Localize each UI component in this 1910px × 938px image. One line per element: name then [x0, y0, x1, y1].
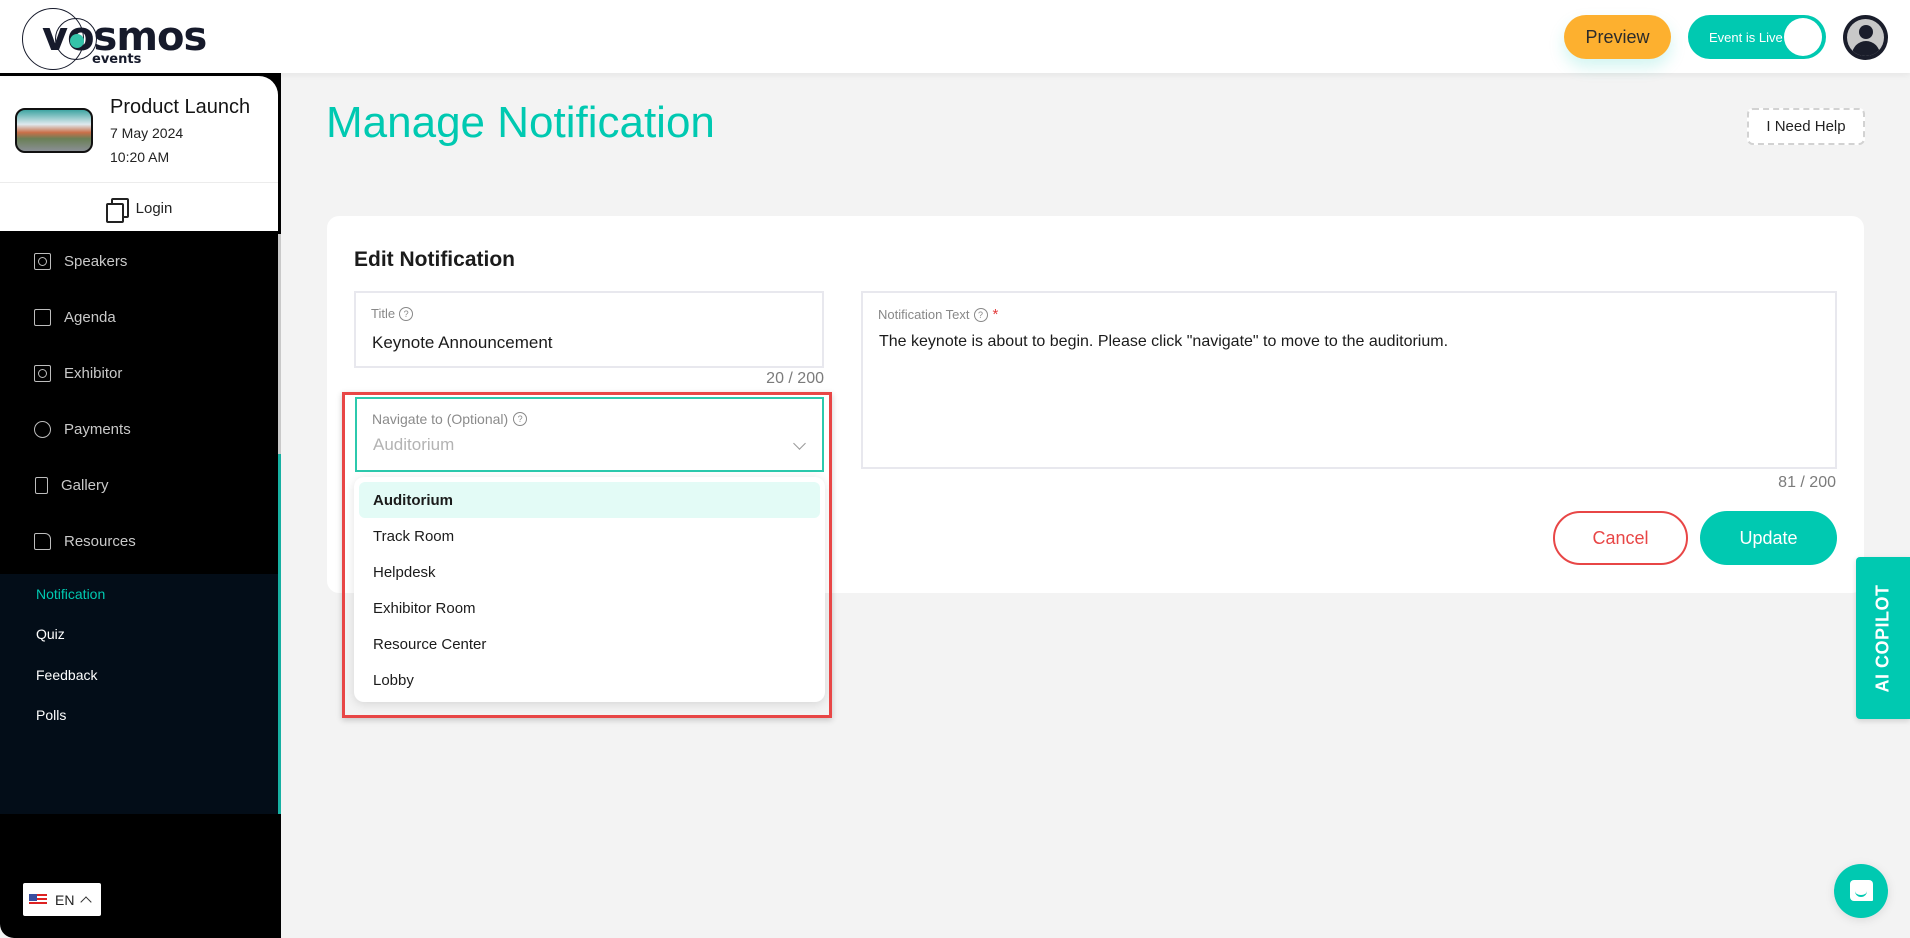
- preview-button[interactable]: Preview: [1564, 15, 1671, 59]
- event-title: Product Launch: [110, 96, 251, 118]
- notification-label-text: Notification Text: [878, 307, 970, 322]
- cancel-button[interactable]: Cancel: [1553, 511, 1688, 565]
- title-field-label: Title ?: [371, 306, 414, 321]
- navigate-to-select[interactable]: Navigate to (Optional) ? Auditorium: [355, 397, 824, 472]
- option-track-room[interactable]: Track Room: [359, 518, 820, 554]
- sidebar-item-payments[interactable]: Payments: [5, 407, 271, 451]
- chevron-up-icon: [80, 895, 93, 908]
- update-button[interactable]: Update: [1700, 511, 1837, 565]
- navigate-selected-value: Auditorium: [373, 435, 455, 454]
- chat-launcher-button[interactable]: [1834, 864, 1888, 918]
- submenu-item-polls[interactable]: Polls: [36, 707, 66, 723]
- option-resource-center[interactable]: Resource Center: [359, 626, 820, 662]
- ai-copilot-label: AI COPILOT: [1872, 584, 1893, 692]
- avatar-head: [1859, 25, 1873, 39]
- language-label: EN: [55, 891, 75, 908]
- option-lobby[interactable]: Lobby: [359, 662, 820, 698]
- user-avatar-icon[interactable]: [1843, 15, 1888, 60]
- sidebar-item-label: Resources: [64, 532, 136, 550]
- event-time: 10:20 AM: [110, 149, 170, 165]
- event-card: Product Launch 7 May 2024 10:20 AM Login: [0, 73, 281, 234]
- folder-icon: [34, 532, 51, 550]
- avatar-body: [1852, 41, 1880, 56]
- chat-icon: [1850, 880, 1873, 901]
- engagments-submenu: Notification Quiz Feedback Polls: [0, 574, 278, 814]
- submenu-item-notification[interactable]: Notification: [36, 586, 105, 602]
- help-circle-icon[interactable]: ?: [973, 307, 988, 322]
- sidebar-item-label: Gallery: [61, 476, 109, 494]
- help-button[interactable]: I Need Help: [1747, 108, 1865, 145]
- agenda-icon: [34, 308, 51, 326]
- us-flag-icon: [29, 893, 47, 906]
- option-helpdesk[interactable]: Helpdesk: [359, 554, 820, 590]
- sidebar-item-label: Agenda: [64, 308, 116, 326]
- event-live-label: Event is Live: [1709, 29, 1783, 45]
- login-button[interactable]: Login: [0, 183, 278, 234]
- notification-char-counter: 81 / 200: [1778, 474, 1836, 491]
- sidebar-item-agenda[interactable]: Agenda: [5, 295, 271, 339]
- sidebar-item-label: Payments: [64, 420, 131, 438]
- top-header: vosmos events Preview Event is Live: [0, 0, 1910, 73]
- notification-text-field[interactable]: Notification Text ? * The keynote is abo…: [861, 291, 1837, 469]
- page-title: Manage Notification: [326, 98, 715, 147]
- logo-dot: [70, 34, 84, 48]
- sidebar-item-label: Exhibitor: [64, 364, 123, 382]
- navigate-options-list: Auditorium Track Room Helpdesk Exhibitor…: [354, 477, 825, 702]
- sidebar-scrollbar-thumb[interactable]: [278, 454, 281, 814]
- sidebar: Product Launch 7 May 2024 10:20 AM Login…: [0, 73, 281, 938]
- title-char-counter: 20 / 200: [766, 370, 824, 387]
- chevron-down-icon: [793, 437, 806, 450]
- vosmos-logo[interactable]: vosmos events: [22, 8, 207, 70]
- required-mark: *: [992, 306, 999, 323]
- help-circle-icon[interactable]: ?: [513, 412, 528, 426]
- login-label: Login: [135, 200, 173, 217]
- title-field[interactable]: Title ? Keynote Announcement: [354, 291, 824, 368]
- logo-subtitle: events: [92, 52, 142, 67]
- gallery-icon: [35, 476, 48, 494]
- toggle-knob: [1784, 18, 1822, 56]
- speaker-icon: [34, 252, 51, 270]
- navigate-field-label: Navigate to (Optional) ?: [372, 411, 528, 427]
- avatar-background: [1847, 19, 1884, 56]
- title-input-value[interactable]: Keynote Announcement: [372, 333, 553, 353]
- sidebar-item-label: Speakers: [64, 252, 128, 270]
- payments-icon: [34, 420, 51, 438]
- option-auditorium[interactable]: Auditorium: [359, 482, 820, 518]
- title-label-text: Title: [371, 306, 396, 321]
- sidebar-item-resources[interactable]: Resources: [5, 519, 271, 563]
- event-live-toggle[interactable]: Event is Live: [1688, 15, 1826, 59]
- sidebar-item-speakers[interactable]: Speakers: [5, 239, 271, 283]
- copy-icon: [105, 197, 129, 223]
- navigate-label-text: Navigate to (Optional): [372, 411, 509, 427]
- exhibitor-icon: [34, 364, 51, 382]
- event-date: 7 May 2024: [110, 125, 184, 141]
- ai-copilot-tab[interactable]: AI COPILOT: [1856, 557, 1910, 719]
- sidebar-item-gallery[interactable]: Gallery: [5, 463, 271, 507]
- card-heading: Edit Notification: [354, 248, 515, 271]
- event-thumbnail: [15, 108, 93, 153]
- notification-text-value[interactable]: The keynote is about to begin. Please cl…: [879, 333, 1448, 351]
- submenu-item-feedback[interactable]: Feedback: [36, 667, 97, 683]
- submenu-item-quiz[interactable]: Quiz: [36, 626, 65, 642]
- sidebar-item-exhibitor[interactable]: Exhibitor: [5, 351, 271, 395]
- language-selector[interactable]: EN: [23, 883, 101, 916]
- help-circle-icon[interactable]: ?: [399, 306, 414, 321]
- option-exhibitor-room[interactable]: Exhibitor Room: [359, 590, 820, 626]
- notification-field-label: Notification Text ? *: [878, 306, 998, 323]
